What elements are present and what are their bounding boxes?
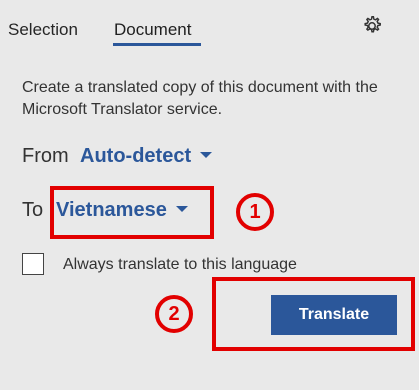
annotation-badge-1: 1	[236, 193, 274, 231]
from-label: From	[22, 145, 69, 167]
annotation-badge-2: 2	[155, 295, 193, 333]
from-language-value: Auto-detect	[80, 145, 192, 167]
chevron-down-icon	[200, 151, 213, 158]
gear-icon[interactable]	[360, 14, 384, 38]
translator-pane: Selection Document Create a translated c…	[0, 0, 419, 390]
to-label: To	[22, 199, 44, 221]
tab-selection[interactable]: Selection	[8, 19, 78, 41]
tab-document-underline	[113, 43, 201, 46]
description-text: Create a translated copy of this documen…	[22, 79, 378, 118]
tab-bar: Selection Document	[0, 0, 419, 48]
always-translate-label: Always translate to this language	[63, 256, 297, 273]
always-translate-checkbox[interactable]	[22, 253, 44, 275]
tab-document[interactable]: Document	[114, 19, 191, 41]
translate-button[interactable]: Translate	[271, 295, 397, 335]
from-language-dropdown[interactable]: Auto-detect	[80, 144, 213, 168]
annotation-box-to-language	[50, 186, 214, 239]
